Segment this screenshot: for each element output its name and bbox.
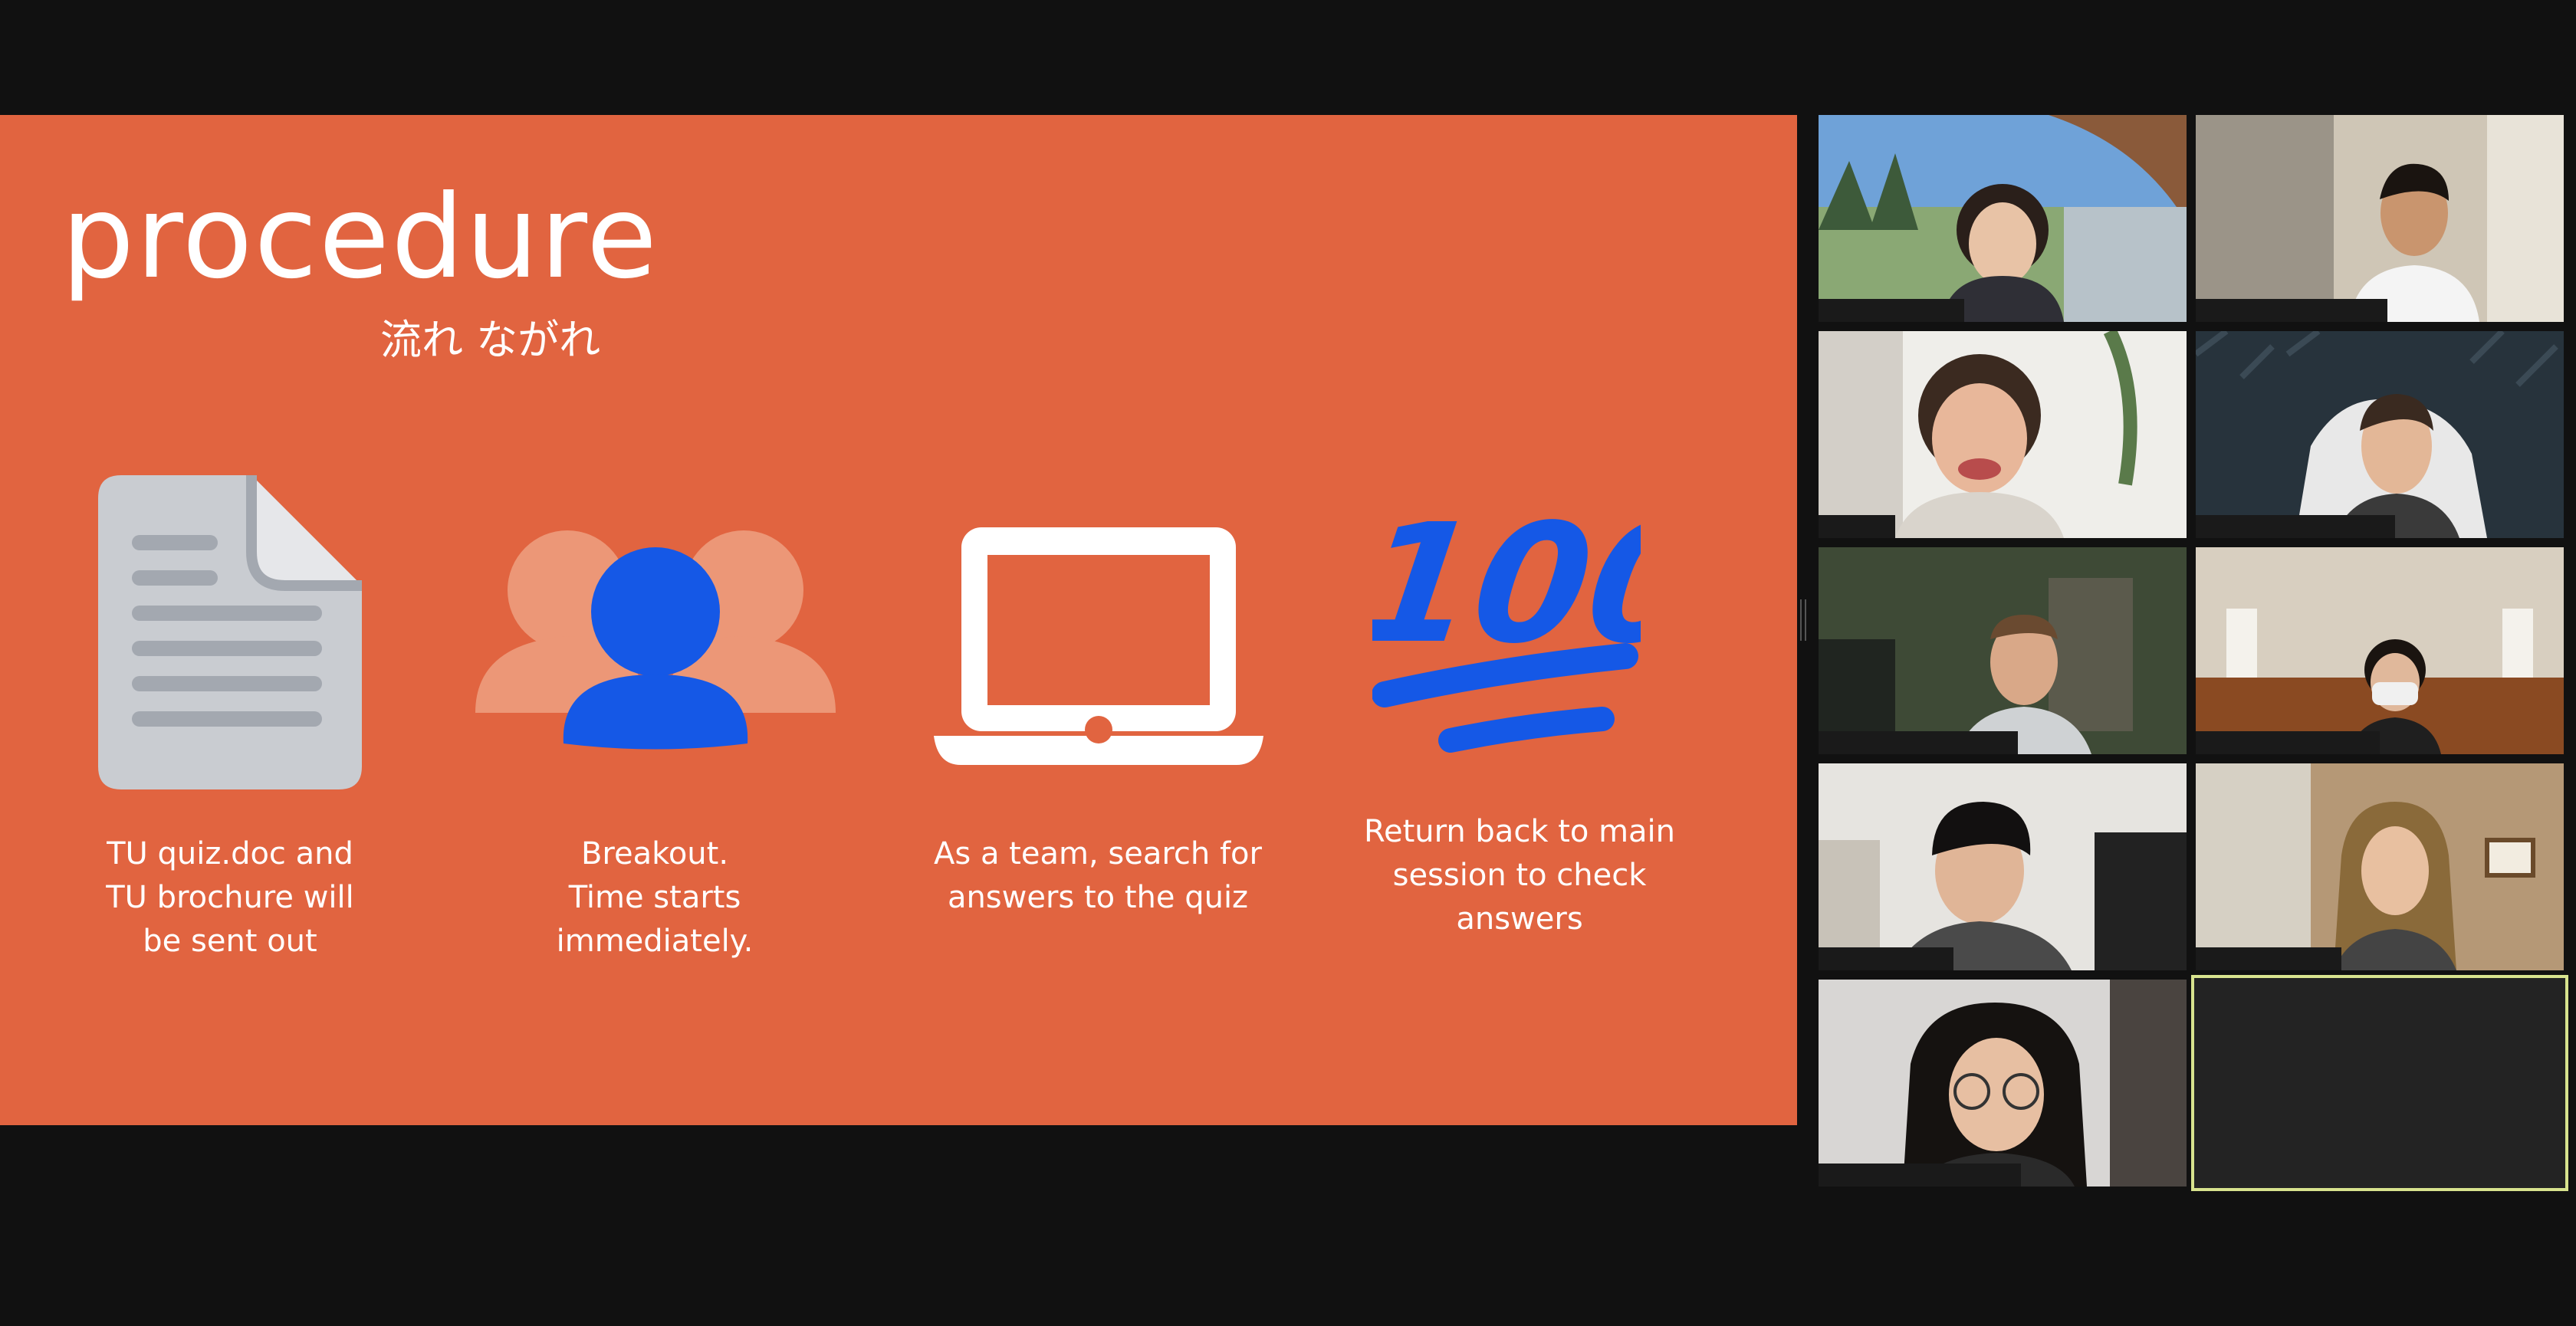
video-tile[interactable]	[1819, 763, 2187, 970]
active-speaker-tile[interactable]	[2191, 975, 2568, 1191]
step-4-caption: Return back to main session to check ans…	[1363, 814, 1676, 937]
participant-name-bar	[1819, 299, 1964, 322]
laptop-icon	[934, 527, 1263, 768]
video-tile[interactable]	[1819, 115, 2187, 322]
participant-name-bar	[2196, 731, 2380, 754]
participant-name-bar	[1819, 947, 1953, 970]
participant-name-bar	[2196, 299, 2387, 322]
participant-name-bar	[1819, 1164, 2021, 1187]
slide-title: procedure	[61, 171, 659, 304]
hundred-points-icon: 100	[1348, 488, 1717, 762]
shared-slide: procedure 流れ ながれ TU quiz.doc and TU broc…	[0, 115, 1797, 1125]
document-icon	[98, 475, 366, 793]
video-tile[interactable]	[1819, 547, 2187, 754]
video-tile[interactable]	[2196, 115, 2564, 322]
video-tile[interactable]	[2196, 331, 2564, 538]
group-icon	[475, 521, 836, 754]
step-1-caption: TU quiz.doc and TU brochure will be sent…	[106, 836, 354, 959]
panel-resize-handle[interactable]	[1800, 599, 1806, 641]
video-tile[interactable]	[2196, 547, 2564, 754]
participant-name-bar	[1819, 731, 2018, 754]
step-3-caption: As a team, search for answers to the qui…	[934, 836, 1262, 915]
video-tile[interactable]	[1819, 331, 2187, 538]
step-2-caption: Breakout. Time starts immediately.	[556, 836, 754, 959]
participant-name-bar	[2196, 947, 2341, 970]
video-tile[interactable]	[1819, 980, 2187, 1187]
slide-subtitle: 流れ ながれ	[380, 316, 601, 364]
video-tile[interactable]	[2196, 763, 2564, 970]
participant-name-bar	[2196, 515, 2395, 538]
participant-name-bar	[1819, 515, 1895, 538]
